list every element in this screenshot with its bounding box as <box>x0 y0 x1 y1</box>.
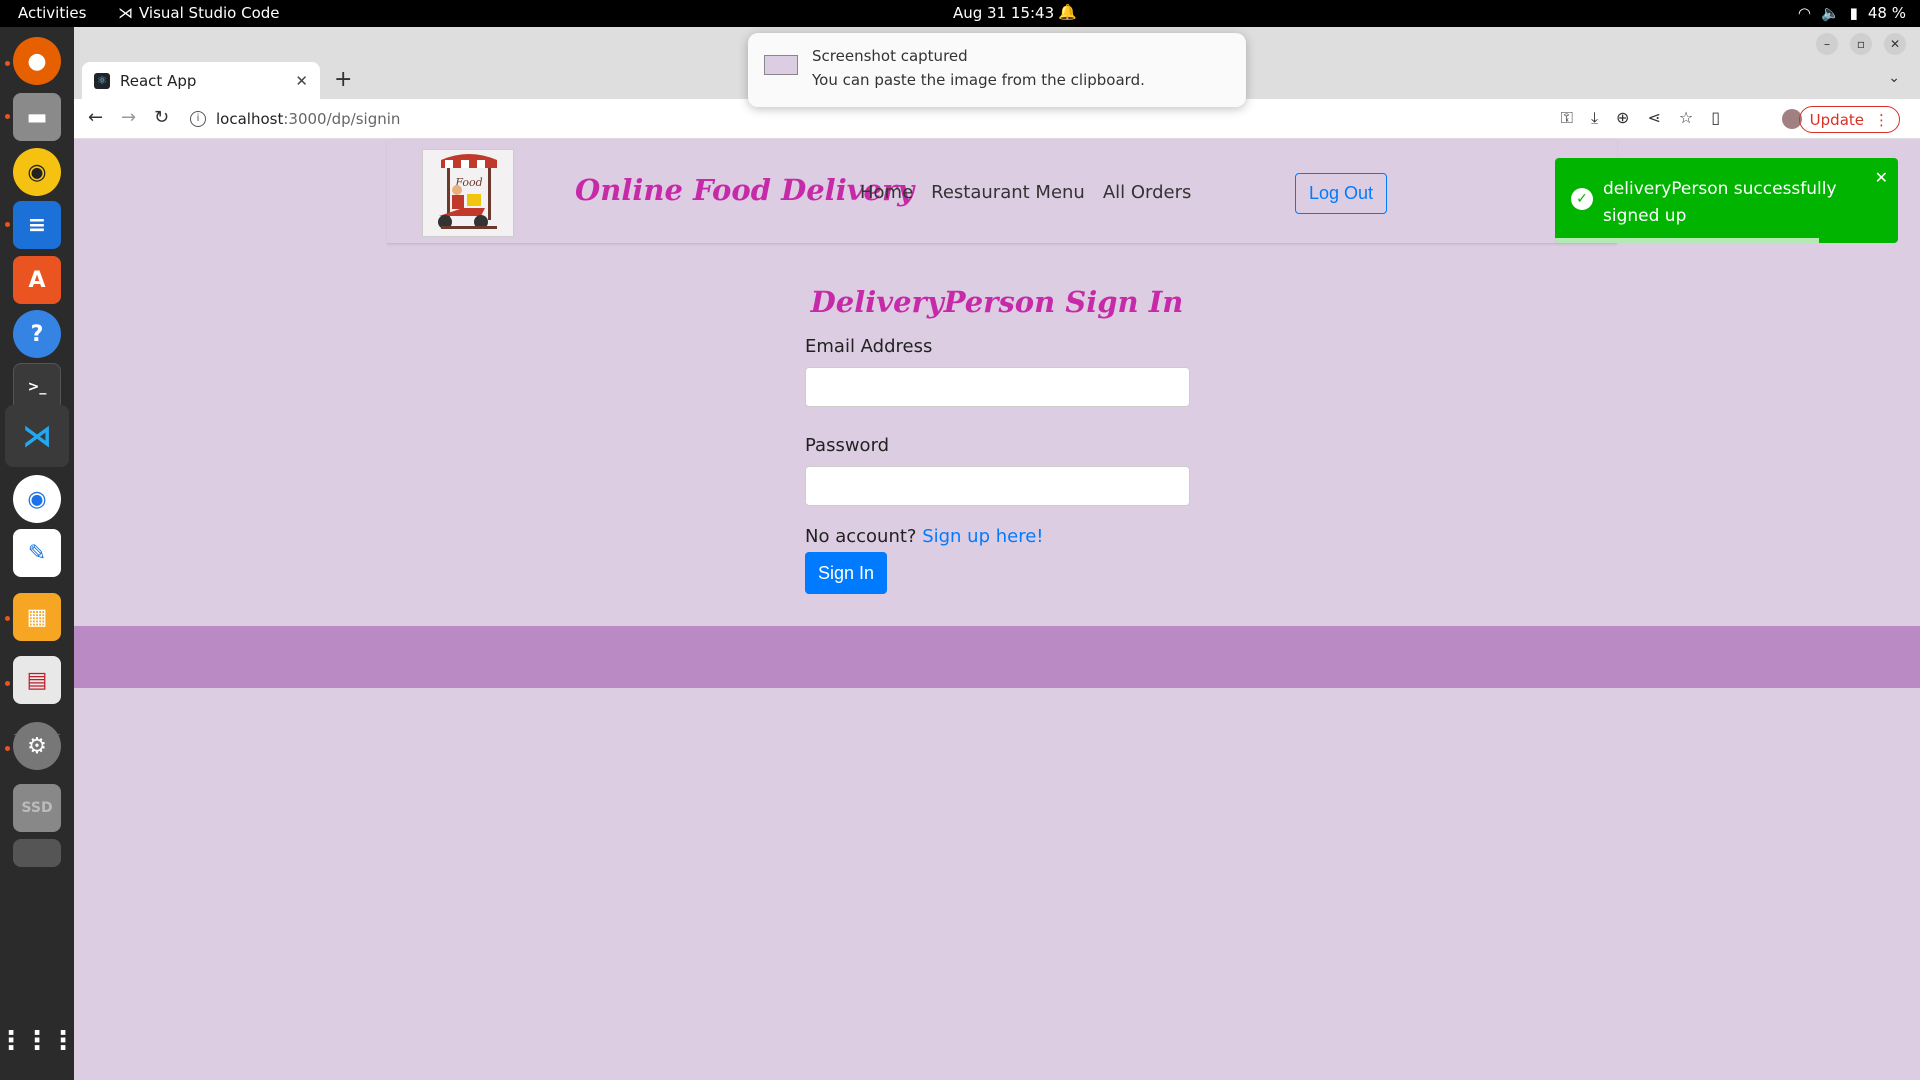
bookmark-star-icon[interactable]: ☆ <box>1679 108 1693 128</box>
nav-link-home[interactable]: Home <box>860 182 913 203</box>
reload-icon[interactable]: ↻ <box>154 107 169 128</box>
success-toast: ✓ deliveryPerson successfully signed up … <box>1555 158 1898 243</box>
maximize-icon[interactable]: ▫ <box>1850 33 1872 55</box>
site-info-icon[interactable]: i <box>190 111 206 127</box>
files-icon[interactable]: ▬ <box>13 93 61 141</box>
tab-react-app[interactable]: ⚛ React App ✕ <box>82 62 320 99</box>
app-grid-icon[interactable]: ⋮⋮⋮ <box>0 1017 76 1065</box>
wifi-icon: ◠ <box>1797 4 1811 22</box>
address-bar[interactable]: i localhost:3000/dp/signin <box>190 105 1290 133</box>
dock: ● ▬ ◉ ≡ A ? >_ ⋊ ◉ ✎ ▦ ▤ ⚙ SSD ⋮⋮⋮ <box>0 27 76 1080</box>
url-path: :3000/dp/signin <box>283 110 401 128</box>
email-field[interactable] <box>805 367 1190 407</box>
toolbar-icons: ⚿ ⤓ ⊕ ⋖ ☆ ▯ <box>1561 108 1720 128</box>
vscode-icon[interactable]: ⋊ <box>5 405 69 467</box>
form-title: DeliveryPerson Sign In <box>810 285 1184 319</box>
no-account-row: No account? Sign up here! <box>805 526 1190 547</box>
page-content: Food Online Food Delivery Home Restauran… <box>74 140 1920 1080</box>
chrome-icon[interactable]: ◉ <box>13 475 61 523</box>
signin-form: Email Address Password No account? Sign … <box>805 336 1190 594</box>
system-top-bar: Activities ⋊ Visual Studio Code Aug 31 1… <box>0 0 1920 27</box>
check-circle-icon: ✓ <box>1571 188 1593 210</box>
activities-button[interactable]: Activities <box>18 4 86 22</box>
app-menu[interactable]: ⋊ Visual Studio Code <box>118 4 280 22</box>
new-tab-button[interactable]: + <box>334 67 352 92</box>
browser-window: ⚛ React App ✕ + – ▫ ✕ ⌄ ← → ↻ i localhos… <box>74 27 1920 1080</box>
toast-close-icon[interactable]: ✕ <box>1875 168 1888 187</box>
window-controls: – ▫ ✕ <box>1816 33 1906 55</box>
writer-icon[interactable]: ≡ <box>13 201 61 249</box>
battery-percent: 48 % <box>1867 4 1906 22</box>
toast-message: deliveryPerson successfully signed up <box>1603 179 1837 226</box>
nav-links: Home Restaurant Menu All Orders <box>860 182 1191 203</box>
zoom-icon[interactable]: ⊕ <box>1616 108 1629 128</box>
react-favicon-icon: ⚛ <box>94 72 110 89</box>
notification-title: Screenshot captured <box>812 47 968 65</box>
notification-body: You can paste the image from the clipboa… <box>812 71 1145 89</box>
tab-title: React App <box>120 71 197 90</box>
logout-button[interactable]: Log Out <box>1295 173 1387 214</box>
document-viewer-icon[interactable]: ▤ <box>13 656 61 704</box>
screenshot-notification[interactable]: Screenshot captured You can paste the im… <box>748 33 1246 107</box>
tab-close-icon[interactable]: ✕ <box>295 72 308 90</box>
install-icon[interactable]: ⤓ <box>1591 108 1598 128</box>
rhythmbox-icon[interactable]: ◉ <box>13 148 61 196</box>
nav-link-restaurant-menu[interactable]: Restaurant Menu <box>931 182 1085 203</box>
nav-link-all-orders[interactable]: All Orders <box>1103 182 1192 203</box>
logo-illustration: Food <box>423 150 513 236</box>
system-tray[interactable]: ◠ 🔈 ▮ 48 % <box>1798 4 1906 22</box>
share-icon[interactable]: ⋖ <box>1647 108 1660 128</box>
app-name: Visual Studio Code <box>139 4 280 22</box>
update-label: Update <box>1809 110 1864 129</box>
volume-icon: 🔈 <box>1820 4 1840 22</box>
impress-icon[interactable]: ▦ <box>13 593 61 641</box>
forward-icon[interactable]: → <box>121 107 136 128</box>
settings-icon[interactable]: ⚙ <box>13 722 61 770</box>
toast-progress-bar <box>1555 238 1820 243</box>
no-account-text: No account? <box>805 526 917 547</box>
bell-icon: 🔔 <box>1058 3 1077 21</box>
back-icon[interactable]: ← <box>88 107 103 128</box>
terminal-icon[interactable]: >_ <box>13 363 61 411</box>
app-center-icon[interactable]: A <box>13 256 61 304</box>
tab-search-chevron-icon[interactable]: ⌄ <box>1888 70 1900 86</box>
url-host: localhost <box>216 110 284 128</box>
signin-button[interactable]: Sign In <box>805 552 887 594</box>
password-field[interactable] <box>805 466 1190 506</box>
drive-icon[interactable] <box>13 839 61 867</box>
clock[interactable]: Aug 31 15:43 <box>953 4 1054 22</box>
close-window-icon[interactable]: ✕ <box>1884 33 1906 55</box>
side-panel-icon[interactable]: ▯ <box>1711 108 1720 128</box>
site-navbar: Food Online Food Delivery Home Restauran… <box>387 140 1617 244</box>
screenshot-thumbnail <box>764 55 798 75</box>
update-button[interactable]: Update ⋮ <box>1798 106 1900 133</box>
email-label: Email Address <box>805 336 933 357</box>
vscode-small-icon: ⋊ <box>118 4 133 22</box>
text-editor-icon[interactable]: ✎ <box>13 529 61 577</box>
key-icon[interactable]: ⚿ <box>1561 108 1573 128</box>
help-icon[interactable]: ? <box>13 310 61 358</box>
signup-link[interactable]: Sign up here! <box>922 526 1043 547</box>
battery-icon: ▮ <box>1849 4 1858 22</box>
kebab-menu-icon: ⋮ <box>1874 110 1889 129</box>
ssd-drive-icon[interactable]: SSD <box>13 784 61 832</box>
firefox-icon[interactable]: ● <box>13 37 61 85</box>
password-label: Password <box>805 435 890 456</box>
minimize-icon[interactable]: – <box>1816 33 1838 55</box>
food-delivery-logo[interactable]: Food <box>422 149 514 237</box>
page-footer <box>74 626 1920 688</box>
